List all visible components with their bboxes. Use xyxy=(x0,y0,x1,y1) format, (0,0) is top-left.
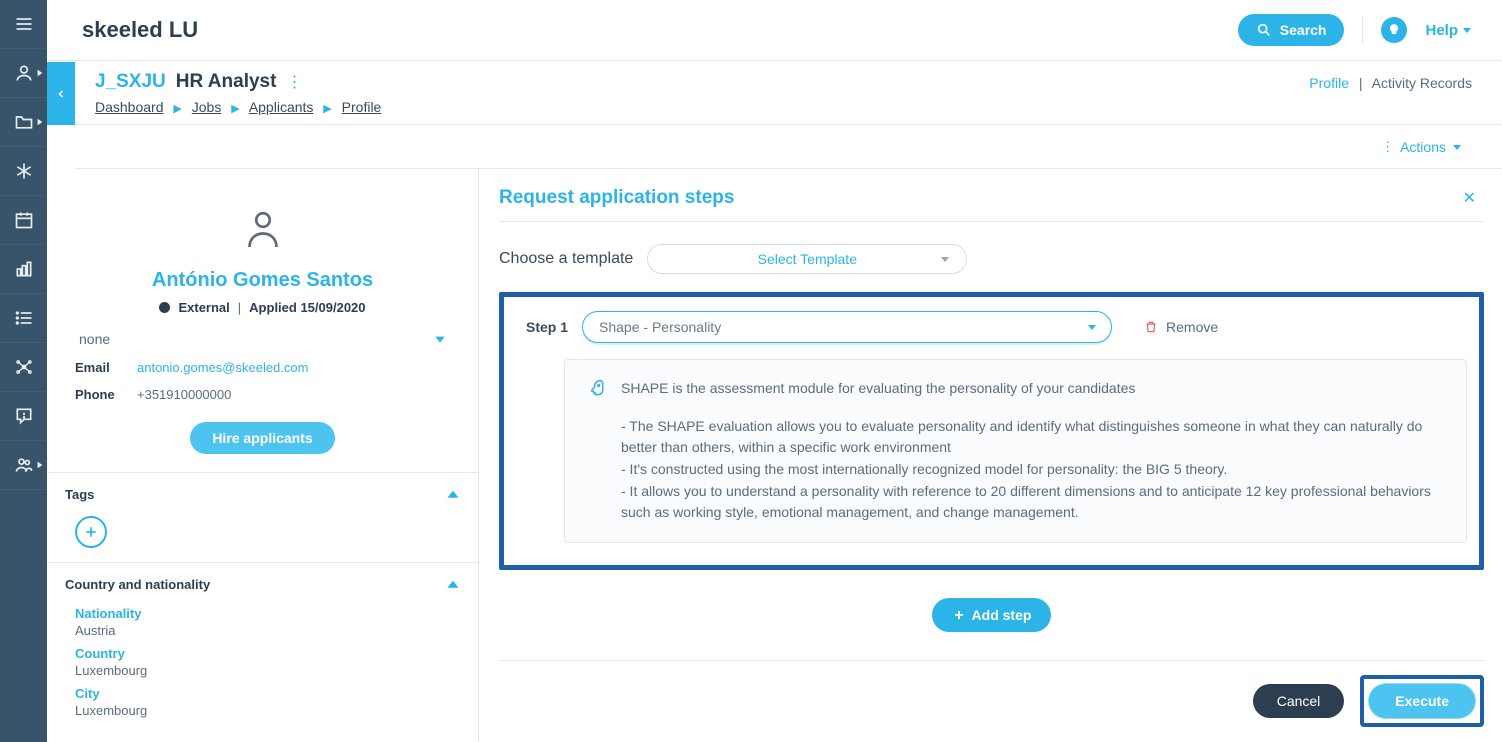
template-select[interactable]: Select Template xyxy=(647,244,967,274)
candidate-meta: External | Applied 15/09/2020 xyxy=(47,300,478,315)
breadcrumb: Dashboard ▶ Jobs ▶ Applicants ▶ Profile xyxy=(95,99,1472,115)
hint-icon[interactable] xyxy=(1381,17,1407,43)
section-tags-label: Tags xyxy=(65,487,94,502)
hire-button[interactable]: Hire applicants xyxy=(190,422,334,454)
step-description: SHAPE is the assessment module for evalu… xyxy=(564,359,1467,543)
candidate-name: António Gomes Santos xyxy=(47,269,478,292)
candidate-applied: Applied 15/09/2020 xyxy=(249,300,365,315)
email-value[interactable]: antonio.gomes@skeeled.com xyxy=(137,360,308,375)
modal-area: Request application steps ✕ Choose a tem… xyxy=(479,169,1502,742)
email-label: Email xyxy=(75,360,125,375)
phone-value: +351910000000 xyxy=(137,387,231,402)
nationality-value: Austria xyxy=(75,623,450,638)
more-icon[interactable]: ⋮ xyxy=(286,72,302,92)
crumb-applicants[interactable]: Applicants xyxy=(249,99,314,115)
choose-template-label: Choose a template xyxy=(499,250,633,268)
caret-down-icon xyxy=(1087,322,1097,332)
divider xyxy=(1362,16,1363,44)
network-icon[interactable] xyxy=(0,343,47,392)
stage-select[interactable]: none xyxy=(75,325,450,354)
person-icon[interactable] xyxy=(0,49,47,98)
add-tag-button[interactable] xyxy=(75,516,107,548)
close-icon[interactable]: ✕ xyxy=(1463,188,1476,208)
execute-button[interactable]: Execute xyxy=(1368,683,1476,719)
phone-label: Phone xyxy=(75,387,125,402)
search-button[interactable]: Search xyxy=(1238,14,1345,46)
collapse-sidebar-button[interactable] xyxy=(47,62,75,125)
city-label: City xyxy=(75,686,450,701)
step-select[interactable]: Shape - Personality xyxy=(582,311,1112,343)
desc-bullet: - It allows you to understand a personal… xyxy=(621,481,1444,524)
head-icon xyxy=(587,378,607,524)
execute-highlight: Execute xyxy=(1360,675,1484,727)
crumb-dashboard[interactable]: Dashboard xyxy=(95,99,164,115)
list-icon[interactable] xyxy=(0,294,47,343)
actions-label: Actions xyxy=(1400,139,1446,155)
tab-activity-records[interactable]: Activity Records xyxy=(1372,75,1472,91)
caret-right-icon xyxy=(36,113,44,131)
asterisk-icon[interactable] xyxy=(0,147,47,196)
add-step-label: Add step xyxy=(972,607,1032,623)
nationality-label: Nationality xyxy=(75,606,450,621)
template-select-value: Select Template xyxy=(758,251,857,267)
actions-bar: ⋮ Actions xyxy=(75,125,1502,169)
brand: skeeled LU xyxy=(82,17,198,43)
caret-up-icon xyxy=(446,578,460,592)
search-label: Search xyxy=(1280,22,1327,38)
caret-right-icon xyxy=(36,64,44,82)
remove-step-button[interactable]: Remove xyxy=(1144,319,1218,335)
trash-icon xyxy=(1144,320,1158,334)
help-label: Help xyxy=(1425,22,1458,39)
candidate-panel: António Gomes Santos External | Applied … xyxy=(47,169,479,742)
city-value: Luxembourg xyxy=(75,703,450,718)
crumb-jobs[interactable]: Jobs xyxy=(192,99,222,115)
chevron-right-icon: ▶ xyxy=(231,103,239,115)
avatar-icon xyxy=(47,179,478,261)
caret-up-icon xyxy=(446,488,460,502)
candidate-origin: External xyxy=(178,300,229,315)
chart-icon[interactable] xyxy=(0,245,47,294)
section-tags[interactable]: Tags xyxy=(47,472,478,508)
step-select-value: Shape - Personality xyxy=(599,319,721,335)
tab-profile[interactable]: Profile xyxy=(1309,75,1349,91)
modal-footer: Cancel Execute xyxy=(499,660,1484,727)
country-value: Luxembourg xyxy=(75,663,450,678)
menu-icon[interactable] xyxy=(0,0,47,49)
chevron-right-icon: ▶ xyxy=(173,103,181,115)
step-highlight: Step 1 Shape - Personality Remove SHAPE … xyxy=(499,292,1484,570)
desc-intro: SHAPE is the assessment module for evalu… xyxy=(621,378,1444,400)
step-label: Step 1 xyxy=(526,319,568,335)
job-code: J_SXJU xyxy=(95,71,166,93)
left-nav-rail xyxy=(0,0,47,742)
section-country-nat[interactable]: Country and nationality xyxy=(47,562,478,598)
header-tabs: Profile | Activity Records xyxy=(1309,75,1472,91)
job-header: J_SXJU HR Analyst ⋮ Profile | Activity R… xyxy=(75,61,1502,125)
stage-value: none xyxy=(79,331,110,347)
modal-title: Request application steps xyxy=(499,187,734,209)
desc-bullet: - The SHAPE evaluation allows you to eva… xyxy=(621,416,1444,459)
group-icon[interactable] xyxy=(0,441,47,490)
desc-bullet: - It's constructed using the most intern… xyxy=(621,459,1444,481)
section-country-nat-label: Country and nationality xyxy=(65,577,210,592)
chevron-right-icon: ▶ xyxy=(323,103,331,115)
actions-dropdown[interactable]: ⋮ Actions xyxy=(1381,139,1462,155)
topbar: skeeled LU Search Help xyxy=(47,0,1502,61)
cancel-button[interactable]: Cancel xyxy=(1253,684,1345,718)
comment-icon[interactable] xyxy=(0,392,47,441)
status-dot-icon xyxy=(159,302,170,313)
job-title: HR Analyst xyxy=(176,71,277,93)
add-step-button[interactable]: Add step xyxy=(932,598,1052,632)
calendar-icon[interactable] xyxy=(0,196,47,245)
country-label: Country xyxy=(75,646,450,661)
caret-down-icon xyxy=(940,254,950,264)
help-link[interactable]: Help xyxy=(1425,22,1472,39)
folder-icon[interactable] xyxy=(0,98,47,147)
crumb-profile[interactable]: Profile xyxy=(342,99,382,115)
caret-right-icon xyxy=(36,456,44,474)
remove-label: Remove xyxy=(1166,319,1218,335)
